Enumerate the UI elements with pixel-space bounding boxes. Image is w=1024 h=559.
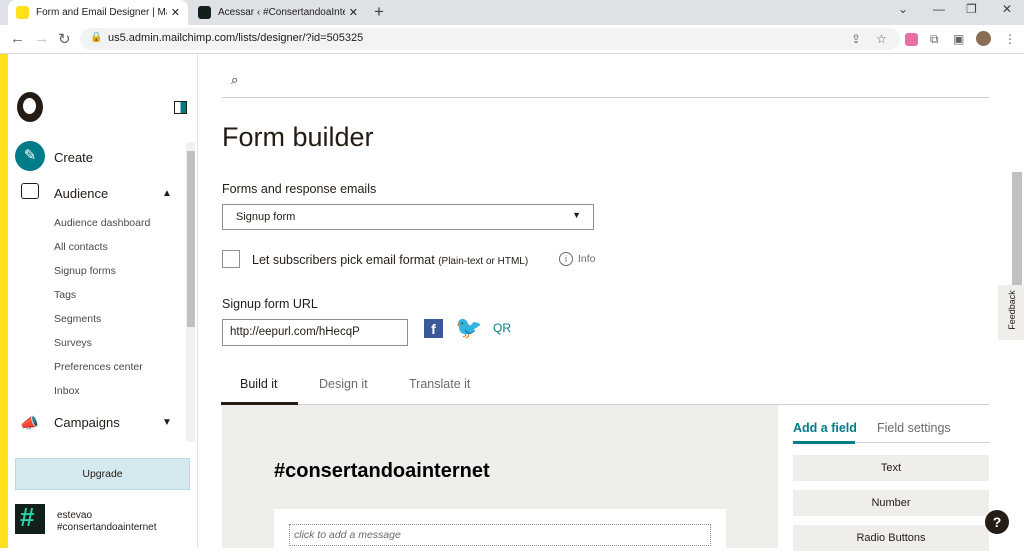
audience-icon <box>21 183 39 199</box>
sidebar-item-inbox[interactable]: Inbox <box>54 385 80 397</box>
reload-icon[interactable]: ↻ <box>58 30 71 48</box>
collapse-sidebar-icon[interactable] <box>174 101 187 114</box>
info-link[interactable]: Info <box>578 253 596 265</box>
forward-icon[interactable]: → <box>34 30 49 47</box>
sidebar-item-signup-forms[interactable]: Signup forms <box>54 265 116 277</box>
url-field[interactable]: 🔒 us5.admin.mailchimp.com/lists/designer… <box>80 28 900 50</box>
site-favicon-icon <box>198 6 211 19</box>
page-scroll-thumb[interactable] <box>1012 172 1022 288</box>
chevron-up-icon[interactable]: ▲ <box>162 188 172 199</box>
bookmark-star-icon[interactable]: ☆ <box>876 32 887 46</box>
form-name[interactable]: #consertandoainternet <box>274 460 490 483</box>
email-format-checkbox[interactable] <box>222 250 240 268</box>
tab-translate-it[interactable]: Translate it <box>409 377 470 391</box>
signup-url-field[interactable]: http://eepurl.com/hHecqP <box>222 319 408 346</box>
form-type-value: Signup form <box>236 211 296 223</box>
minimize-icon[interactable]: — <box>933 2 945 16</box>
tab-title: Acessar ‹ #ConsertandoaInternet <box>218 7 345 18</box>
chevron-down-icon: ▼ <box>572 210 581 220</box>
back-icon[interactable]: ← <box>10 30 25 47</box>
info-icon[interactable]: i <box>559 252 573 266</box>
sidebar-item-create[interactable]: Create <box>54 150 93 165</box>
brand-stripe <box>0 54 8 548</box>
sidebar-item-audience[interactable]: Audience <box>54 186 108 201</box>
tab-field-settings[interactable]: Field settings <box>877 421 951 435</box>
megaphone-icon: 📣 <box>20 415 39 432</box>
restore-icon[interactable]: ❐ <box>966 2 977 16</box>
signup-url-label: Signup form URL <box>222 297 318 311</box>
chevron-down-icon[interactable]: ▼ <box>162 417 172 428</box>
search-divider <box>222 97 989 98</box>
address-bar-row: ← → ↻ 🔒 us5.admin.mailchimp.com/lists/de… <box>0 25 1024 54</box>
profile-avatar[interactable] <box>976 31 991 46</box>
sidebar-item-audience-dashboard[interactable]: Audience dashboard <box>54 217 150 229</box>
browser-tab-mailchimp[interactable]: Form and Email Designer | Mailchi ✕ <box>8 0 188 25</box>
close-tab-icon[interactable]: ✕ <box>171 6 180 19</box>
close-window-icon[interactable]: ✕ <box>1002 2 1012 16</box>
qr-link[interactable]: QR <box>493 321 511 335</box>
main-content: ⌕ Form builder Forms and response emails… <box>198 54 1010 559</box>
field-panel: Add a field Field settings Text Number R… <box>778 405 989 551</box>
twitter-icon[interactable]: 🐦 <box>455 315 482 341</box>
tab-build-it[interactable]: Build it <box>240 377 278 391</box>
sidebar-item-surveys[interactable]: Surveys <box>54 337 92 349</box>
account-org[interactable]: #consertandoainternet <box>57 522 157 533</box>
feedback-label: Feedback <box>1006 290 1017 330</box>
sidebar-item-segments[interactable]: Segments <box>54 313 101 325</box>
tab-title: Form and Email Designer | Mailchi <box>36 7 167 18</box>
account-avatar[interactable] <box>15 502 45 534</box>
close-tab-icon[interactable]: ✕ <box>349 6 358 19</box>
pencil-icon[interactable]: ✎ <box>15 141 45 171</box>
sidebar-scroll-thumb[interactable] <box>187 151 195 327</box>
email-format-label: Let subscribers pick email format (Plain… <box>252 253 528 267</box>
menu-kebab-icon[interactable]: ⋮ <box>1004 32 1016 46</box>
account-name[interactable]: estevao <box>57 510 92 521</box>
add-text-field-button[interactable]: Text <box>793 455 989 481</box>
upgrade-button[interactable]: Upgrade <box>15 458 190 490</box>
feedback-button[interactable]: Feedback <box>998 285 1024 340</box>
mailchimp-favicon-icon <box>16 6 29 19</box>
sidebar-item-preferences-center[interactable]: Preferences center <box>54 361 143 373</box>
add-radio-buttons-field-button[interactable]: Radio Buttons <box>793 525 989 551</box>
search-icon[interactable]: ⌕ <box>231 72 238 88</box>
help-button[interactable]: ? <box>985 510 1009 534</box>
email-format-hint: (Plain-text or HTML) <box>438 256 529 267</box>
share-icon[interactable]: ⇪ <box>851 32 861 46</box>
tab-design-it[interactable]: Design it <box>319 377 368 391</box>
tab-search-icon[interactable]: ⌄ <box>898 2 908 16</box>
email-format-text: Let subscribers pick email format <box>252 253 435 267</box>
url-text: us5.admin.mailchimp.com/lists/designer/?… <box>108 32 364 44</box>
sidebar-item-tags[interactable]: Tags <box>54 289 76 301</box>
browser-tab-strip: Form and Email Designer | Mailchi ✕ Aces… <box>0 0 1024 25</box>
tab-add-a-field[interactable]: Add a field <box>793 421 857 435</box>
page-title: Form builder <box>222 122 374 152</box>
form-preview-canvas: #consertandoainternet click to add a mes… <box>222 405 778 559</box>
new-tab-button[interactable]: + <box>374 2 384 22</box>
lock-icon: 🔒 <box>90 32 103 43</box>
browser-tab-wordpress[interactable]: Acessar ‹ #ConsertandoaInternet ✕ <box>190 0 366 25</box>
puzzle-icon[interactable]: ⧉ <box>930 32 939 47</box>
sidebar-item-all-contacts[interactable]: All contacts <box>54 241 108 253</box>
form-type-select[interactable]: Signup form ▼ <box>222 204 594 230</box>
facebook-icon[interactable]: f <box>424 319 443 338</box>
panel-active-tab-indicator <box>793 441 855 444</box>
sidepanel-icon[interactable]: ▣ <box>953 32 964 46</box>
form-message-field[interactable]: click to add a message <box>289 524 711 546</box>
sidebar-item-campaigns[interactable]: Campaigns <box>54 415 120 430</box>
mailchimp-logo-icon[interactable] <box>17 92 43 122</box>
forms-label: Forms and response emails <box>222 182 377 196</box>
form-card: click to add a message <box>274 509 726 559</box>
add-number-field-button[interactable]: Number <box>793 490 989 516</box>
extension-icon[interactable] <box>905 33 918 46</box>
sidebar: ✎ Create Audience ▲ Audience dashboard A… <box>8 54 198 548</box>
